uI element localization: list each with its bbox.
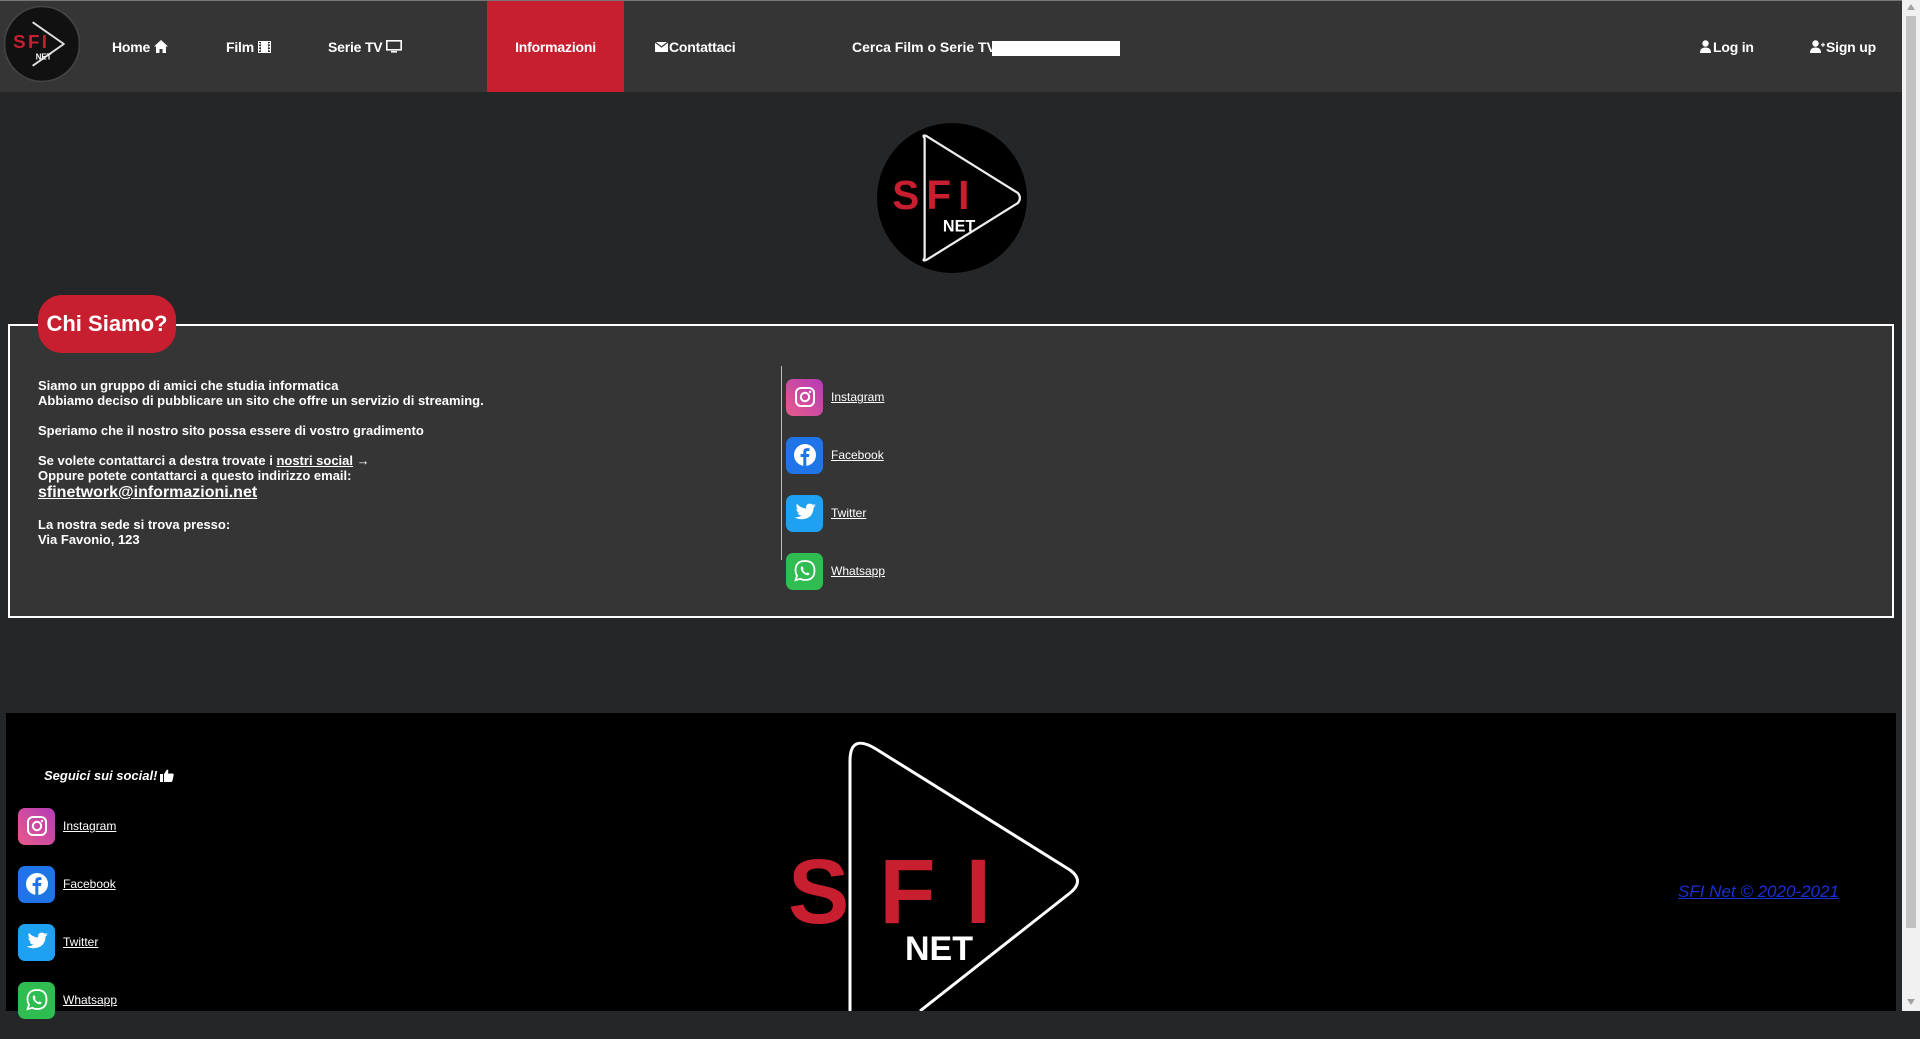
sfi-net-logo[interactable]: SFI NET <box>3 5 81 83</box>
address-text: Via Favonio, 123 <box>38 532 140 547</box>
user-plus-icon <box>1810 40 1825 53</box>
nav-serie-tv[interactable]: Serie TV <box>328 1 403 92</box>
nav-contattaci[interactable]: Contattaci <box>655 1 736 92</box>
facebook-icon <box>786 436 823 474</box>
about-line-2: Abbiamo deciso di pubblicare un sito che… <box>38 393 484 408</box>
about-line-3: Speriamo che il nostro sito possa essere… <box>38 423 424 438</box>
search-label: Cerca Film o Serie TV: <box>852 38 1000 55</box>
scroll-down-arrow-icon[interactable] <box>1907 999 1915 1005</box>
footer-title: Seguici sui social! <box>44 768 175 783</box>
svg-text:NET: NET <box>905 930 973 968</box>
social-item-facebook[interactable]: Facebook <box>786 436 885 474</box>
page-scrollbar[interactable] <box>1902 0 1920 1011</box>
instagram-icon <box>786 378 823 416</box>
signup-link[interactable]: Sign up <box>1810 1 1876 92</box>
social-link[interactable]: nostri social <box>276 453 353 468</box>
about-line-6: La nostra sede si trova presso: <box>38 517 231 532</box>
about-social-list: Instagram Facebook Twitter Whatsapp <box>786 378 885 610</box>
login-link[interactable]: Log in <box>1700 1 1754 92</box>
nav-home[interactable]: Home <box>112 1 169 92</box>
social-item-twitter[interactable]: Twitter <box>786 494 885 532</box>
social-item-instagram[interactable]: Instagram <box>786 378 885 416</box>
nav-informazioni-label: Informazioni <box>515 38 596 55</box>
search-input[interactable] <box>992 41 1120 56</box>
about-title: Chi Siamo? <box>38 295 176 353</box>
footer-facebook-link[interactable]: Facebook <box>63 877 116 891</box>
facebook-link[interactable]: Facebook <box>831 448 884 462</box>
envelope-icon <box>655 41 668 52</box>
footer-title-text: Seguici sui social! <box>44 768 158 783</box>
home-icon <box>154 40 169 53</box>
vertical-divider <box>781 366 782 560</box>
footer-whatsapp-link[interactable]: Whatsapp <box>63 993 117 1007</box>
top-navbar: SFI NET Home Film Serie TV Informazioni … <box>0 0 1902 92</box>
footer-social-item-facebook[interactable]: Facebook <box>18 865 117 903</box>
about-line-1: Siamo un gruppo di amici che studia info… <box>38 378 339 393</box>
arrow-right-icon: → <box>353 453 370 468</box>
instagram-icon <box>18 807 55 845</box>
whatsapp-icon <box>18 981 55 1019</box>
scroll-thumb[interactable] <box>1906 16 1916 928</box>
about-line-4-prefix: Se volete contattarci a destra trovate i <box>38 453 277 468</box>
footer-social-list: Instagram Facebook Twitter Whatsapp <box>18 807 117 1039</box>
footer-instagram-link[interactable]: Instagram <box>63 819 116 833</box>
whatsapp-icon <box>786 552 823 590</box>
tv-icon <box>386 40 403 53</box>
svg-text:NET: NET <box>36 53 52 62</box>
hero-logo: SFI NET <box>877 123 1027 273</box>
nav-film[interactable]: Film <box>226 1 271 92</box>
nav-home-label: Home <box>112 38 151 55</box>
facebook-icon <box>18 865 55 903</box>
twitter-icon <box>786 494 823 532</box>
user-icon <box>1700 40 1711 53</box>
nav-informazioni[interactable]: Informazioni <box>487 1 624 92</box>
twitter-icon <box>18 923 55 961</box>
login-label: Log in <box>1713 38 1754 55</box>
nav-contattaci-label: Contattaci <box>669 38 736 55</box>
about-line-5: Oppure potete contattarci a questo indir… <box>38 468 352 483</box>
nav-serie-tv-label: Serie TV <box>328 38 383 55</box>
scroll-up-arrow-icon[interactable] <box>1907 4 1915 10</box>
svg-text:SFI: SFI <box>892 172 976 218</box>
film-icon <box>257 40 271 53</box>
twitter-link[interactable]: Twitter <box>831 506 866 520</box>
social-item-whatsapp[interactable]: Whatsapp <box>786 552 885 590</box>
thumbs-up-icon <box>160 769 175 782</box>
svg-text:NET: NET <box>943 217 976 235</box>
about-text: Siamo un gruppo di amici che studia info… <box>38 378 738 562</box>
nav-film-label: Film <box>226 38 254 55</box>
email-link[interactable]: sfinetwork@informazioni.net <box>38 484 257 501</box>
footer-social-item-instagram[interactable]: Instagram <box>18 807 117 845</box>
copyright-link[interactable]: SFI Net © 2020-2021 <box>1678 882 1839 902</box>
signup-label: Sign up <box>1826 38 1876 55</box>
footer-social-item-twitter[interactable]: Twitter <box>18 923 117 961</box>
footer-logo: SFI NET <box>788 741 1079 1011</box>
svg-text:SFI: SFI <box>788 841 1021 943</box>
footer-social-item-whatsapp[interactable]: Whatsapp <box>18 981 117 1019</box>
whatsapp-link[interactable]: Whatsapp <box>831 564 885 578</box>
instagram-link[interactable]: Instagram <box>831 390 884 404</box>
footer-twitter-link[interactable]: Twitter <box>63 935 98 949</box>
svg-text:SFI: SFI <box>13 31 49 52</box>
